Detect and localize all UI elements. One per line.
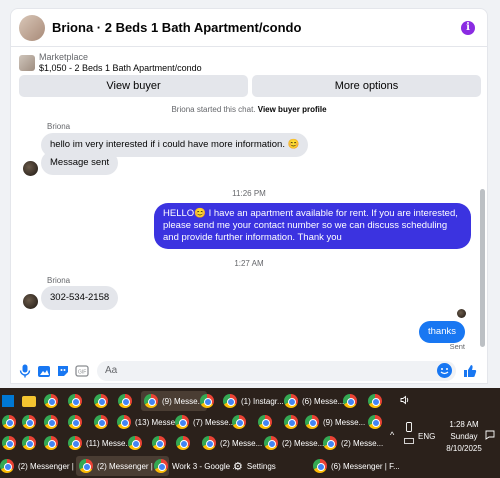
chat-started-text: Briona started this chat. <box>171 105 256 114</box>
listing-source: Marketplace <box>39 52 89 62</box>
chat-title[interactable]: Briona · 2 Beds 1 Bath Apartment/condo <box>52 20 301 35</box>
chrome-icon[interactable] <box>2 412 16 432</box>
taskbar-window[interactable]: (7) Messe... <box>175 412 235 432</box>
chat-window: Briona · 2 Beds 1 Bath Apartment/condo i… <box>10 8 488 384</box>
taskbar-window[interactable]: (6) Messenger | F... <box>313 456 400 476</box>
taskbar-window[interactable]: (2) Messe... <box>202 433 262 453</box>
taskbar-window[interactable]: (9) Messe... <box>141 391 208 411</box>
taskbar-row: (11) Messe... (2) Messe... (2) Messe... … <box>0 433 385 455</box>
chrome-icon[interactable] <box>94 391 108 411</box>
chevron-up-icon[interactable]: ^ <box>390 430 394 440</box>
chrome-icon[interactable] <box>284 412 298 432</box>
gif-icon[interactable]: GIF <box>74 363 90 379</box>
message-list: Briona started this chat. View buyer pro… <box>11 105 487 357</box>
taskbar-window[interactable]: (11) Messe... <box>68 433 132 453</box>
view-buyer-profile-link[interactable]: View buyer profile <box>258 105 327 114</box>
settings-taskbar-item[interactable]: ⚙ Settings <box>233 456 276 476</box>
keyboard-icon[interactable] <box>404 437 414 446</box>
taskbar-window[interactable]: Work 3 - Google ... <box>154 456 239 476</box>
chrome-icon[interactable] <box>343 391 357 411</box>
chrome-icon[interactable] <box>68 391 82 411</box>
listing-thumbnail[interactable] <box>19 55 35 71</box>
taskbar-window[interactable]: (1) Instagr... <box>223 391 284 411</box>
chrome-icon[interactable] <box>44 412 58 432</box>
microphone-icon[interactable] <box>17 363 33 379</box>
message-input-placeholder: Aa <box>105 365 118 376</box>
sticker-icon[interactable] <box>55 363 71 379</box>
chrome-icon[interactable] <box>44 433 58 453</box>
listing-banner: Marketplace $1,050 - 2 Beds 1 Bath Apart… <box>11 47 487 109</box>
chrome-icon[interactable] <box>22 412 36 432</box>
chrome-icon[interactable] <box>118 391 132 411</box>
system-tray: ^ ENG 1:28 AM Sunday 8/10/2025 <box>390 388 500 478</box>
language-indicator[interactable]: ENG <box>418 432 435 441</box>
chrome-icon[interactable] <box>258 412 272 432</box>
chrome-icon[interactable] <box>176 433 190 453</box>
taskbar-window[interactable]: (2) Messenger | F... <box>0 456 87 476</box>
chrome-icon[interactable] <box>368 391 382 411</box>
taskbar-row: (9) Messe... (1) Instagr... (6) Messe... <box>0 391 385 413</box>
taskbar-window[interactable]: (2) Messe... <box>323 433 383 453</box>
sender-name: Briona <box>47 276 71 285</box>
view-buyer-button[interactable]: View buyer <box>19 75 248 97</box>
svg-text:GIF: GIF <box>78 370 86 376</box>
composer: GIF Aa <box>11 357 487 383</box>
emoji-icon[interactable] <box>437 363 452 378</box>
clock-day[interactable]: Sunday <box>442 432 486 441</box>
taskbar-window[interactable]: (13) Messe... <box>117 412 182 432</box>
incoming-message[interactable]: 302-534-2158 <box>41 286 119 310</box>
listing-title[interactable]: $1,050 - 2 Beds 1 Bath Apartment/condo <box>39 63 202 73</box>
chrome-icon[interactable] <box>94 412 108 432</box>
more-options-button[interactable]: More options <box>252 75 481 97</box>
taskbar-row: (13) Messe... (7) Messe... (9) Messe... <box>0 412 385 434</box>
speaker-icon[interactable] <box>400 395 410 407</box>
chat-header: Briona · 2 Beds 1 Bath Apartment/condo i <box>11 9 487 47</box>
chrome-icon[interactable] <box>152 433 166 453</box>
photo-icon[interactable] <box>36 363 52 379</box>
taskbar-row: (2) Messenger | F... (2) Messenger | F..… <box>0 456 400 478</box>
avatar[interactable] <box>23 294 38 309</box>
thumbs-up-icon[interactable] <box>462 363 478 379</box>
message-timestamp: 11:26 PM <box>232 189 266 198</box>
gear-icon: ⚙ <box>233 460 243 473</box>
taskbar-window[interactable]: (2) Messe... <box>264 433 324 453</box>
file-explorer-icon[interactable] <box>22 391 36 411</box>
chrome-icon[interactable] <box>44 391 58 411</box>
incoming-message[interactable]: Message sent <box>41 151 119 175</box>
chrome-icon[interactable] <box>22 433 36 453</box>
message-input[interactable]: Aa <box>97 361 456 381</box>
app-icon[interactable] <box>2 391 14 411</box>
message-timestamp: 1:27 AM <box>234 259 264 268</box>
info-icon[interactable]: i <box>461 21 475 35</box>
taskbar-window[interactable]: (6) Messe... <box>284 391 344 411</box>
chrome-icon[interactable] <box>200 391 214 411</box>
sender-name: Briona <box>47 122 71 131</box>
clock-date[interactable]: 8/10/2025 <box>442 444 486 453</box>
avatar[interactable] <box>19 14 45 41</box>
clock-time[interactable]: 1:28 AM <box>442 420 486 429</box>
read-receipt-avatar <box>457 309 466 318</box>
chrome-icon[interactable] <box>2 433 16 453</box>
chrome-icon[interactable] <box>232 412 246 432</box>
chrome-icon[interactable] <box>368 412 382 432</box>
chat-started-notice: Briona started this chat. View buyer pro… <box>11 105 487 114</box>
outgoing-message[interactable]: HELLO😊 I have an apartment available for… <box>154 203 471 249</box>
chrome-icon[interactable] <box>128 433 142 453</box>
outgoing-message[interactable]: thanks <box>419 321 465 343</box>
scrollbar[interactable] <box>480 189 485 347</box>
avatar[interactable] <box>23 161 38 176</box>
chrome-icon[interactable] <box>68 412 82 432</box>
message-status: Sent <box>449 342 465 351</box>
phone-link-icon[interactable] <box>406 422 412 434</box>
taskbar: (9) Messe... (1) Instagr... (6) Messe...… <box>0 388 500 478</box>
taskbar-window[interactable]: (9) Messe... <box>305 412 365 432</box>
notification-icon[interactable] <box>485 430 495 442</box>
